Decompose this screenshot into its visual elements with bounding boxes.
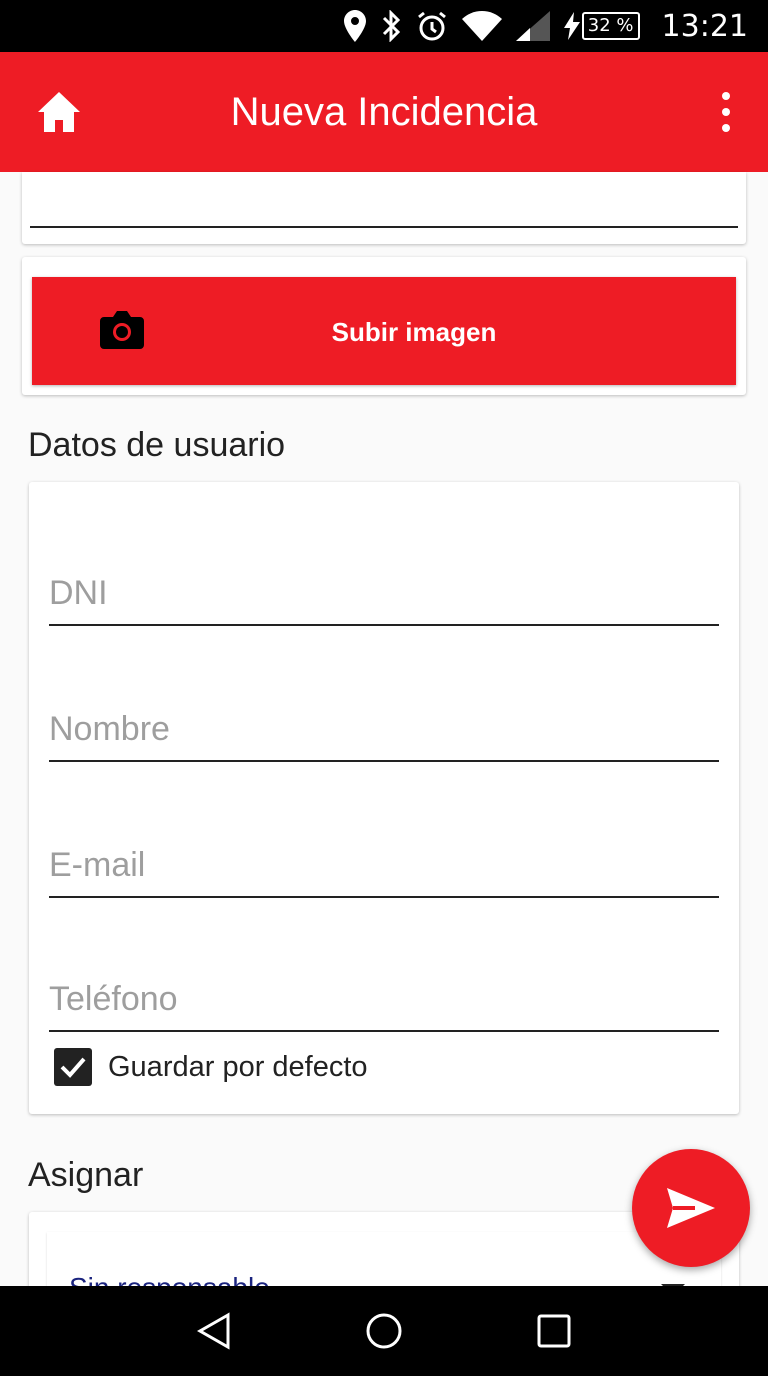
save-default-checkbox-row[interactable]: Guardar por defecto: [54, 1048, 368, 1086]
wifi-icon: [461, 11, 502, 41]
field-underline: [49, 760, 719, 762]
field-underline: [49, 624, 719, 626]
alarm-icon: [417, 11, 446, 41]
app-bar: Nueva Incidencia: [0, 52, 768, 172]
status-time: 13:21: [661, 8, 748, 44]
upload-card: Subir imagen: [22, 257, 746, 395]
save-default-checkbox[interactable]: [54, 1048, 92, 1086]
name-field: [49, 684, 719, 764]
navigation-bar: [0, 1286, 768, 1376]
save-default-label: Guardar por defecto: [108, 1050, 368, 1083]
battery-indicator: 32 %: [563, 12, 640, 40]
bluetooth-icon: [382, 10, 400, 42]
signal-icon: [515, 11, 550, 41]
assign-section-title: Asignar: [28, 1156, 144, 1194]
field-underline: [49, 1030, 719, 1032]
dni-field: [49, 548, 719, 628]
field-underline: [49, 896, 719, 898]
dni-input[interactable]: [49, 548, 719, 624]
recents-icon[interactable]: [536, 1313, 572, 1349]
location-icon: [343, 10, 366, 42]
battery-level: 32 %: [581, 12, 640, 40]
send-button[interactable]: [632, 1149, 750, 1267]
menu-dot-icon: [722, 92, 730, 100]
user-section-title: Datos de usuario: [28, 426, 286, 464]
menu-dot-icon: [722, 124, 730, 132]
status-bar: 32 % 13:21: [0, 0, 768, 52]
back-icon[interactable]: [196, 1311, 232, 1351]
description-card: [22, 172, 746, 244]
email-input[interactable]: [49, 820, 719, 896]
checkmark-icon: [60, 1057, 86, 1078]
email-field: [49, 820, 719, 900]
phone-field: [49, 954, 719, 1034]
upload-image-label: Subir imagen: [331, 317, 497, 347]
page-title: Nueva Incidencia: [230, 90, 538, 134]
description-field-underline[interactable]: [30, 226, 738, 228]
send-icon: [667, 1188, 715, 1228]
home-nav-icon[interactable]: [364, 1311, 404, 1351]
menu-dot-icon: [722, 108, 730, 116]
charging-icon: [563, 12, 580, 40]
upload-image-button[interactable]: Subir imagen: [32, 277, 736, 385]
phone-input[interactable]: [49, 954, 719, 1030]
name-input[interactable]: [49, 684, 719, 760]
overflow-menu-button[interactable]: [718, 92, 734, 132]
